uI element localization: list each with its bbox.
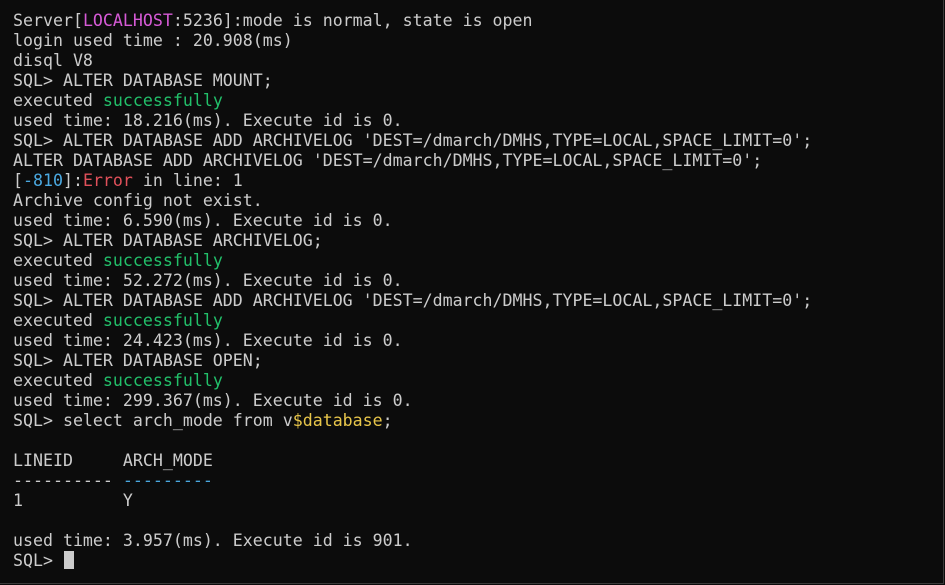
terminal-line: used time: 299.367(ms). Execute id is 0. bbox=[13, 391, 812, 411]
terminal-line: SQL> select arch_mode from v$database; bbox=[13, 411, 812, 431]
terminal-line: used time: 24.423(ms). Execute id is 0. bbox=[13, 331, 812, 351]
terminal-text: ]: bbox=[62, 171, 83, 190]
terminal-text: --------- bbox=[122, 471, 213, 490]
terminal-text: Server[ bbox=[13, 11, 83, 30]
terminal-text: ---------- bbox=[13, 471, 123, 490]
terminal-text: SQL> ALTER DATABASE OPEN; bbox=[13, 351, 263, 370]
terminal-text: executed bbox=[13, 251, 103, 270]
terminal-text: Archive config not exist. bbox=[13, 191, 263, 210]
terminal-text: [ bbox=[13, 171, 23, 190]
terminal-line: executed successfully bbox=[13, 311, 812, 331]
terminal-text: :5236]:mode is normal, state is open bbox=[172, 11, 533, 30]
terminal-text: executed bbox=[13, 371, 103, 390]
terminal-text: Error bbox=[82, 171, 133, 190]
terminal-line: executed successfully bbox=[13, 371, 812, 391]
terminal-text: successfully bbox=[102, 91, 223, 110]
terminal-line: SQL> ALTER DATABASE ADD ARCHIVELOG 'DEST… bbox=[13, 131, 812, 151]
terminal-line: Archive config not exist. bbox=[13, 191, 812, 211]
terminal-text: in line: 1 bbox=[132, 171, 243, 190]
terminal-text: SQL> bbox=[13, 551, 63, 570]
terminal-text: LOCALHOST bbox=[82, 11, 173, 30]
terminal-text: ALTER DATABASE ADD ARCHIVELOG 'DEST=/dma… bbox=[13, 151, 763, 170]
terminal-text: ; bbox=[382, 411, 393, 430]
terminal-text: SQL> ALTER DATABASE ADD ARCHIVELOG 'DEST… bbox=[13, 131, 813, 150]
terminal-line: SQL> ALTER DATABASE MOUNT; bbox=[13, 71, 812, 91]
terminal-line: ---------- --------- bbox=[13, 471, 812, 491]
terminal-text: executed bbox=[13, 91, 103, 110]
terminal-line: used time: 6.590(ms). Execute id is 0. bbox=[13, 211, 812, 231]
terminal-line: SQL> ALTER DATABASE ARCHIVELOG; bbox=[13, 231, 812, 251]
terminal-line: used time: 18.216(ms). Execute id is 0. bbox=[13, 111, 812, 131]
terminal-line: ALTER DATABASE ADD ARCHIVELOG 'DEST=/dma… bbox=[13, 151, 812, 171]
terminal-text: used time: 6.590(ms). Execute id is 0. bbox=[13, 211, 393, 230]
terminal-text: used time: 3.957(ms). Execute id is 901. bbox=[13, 531, 413, 550]
terminal-text: successfully bbox=[102, 371, 223, 390]
terminal-text: $database bbox=[292, 411, 383, 430]
terminal-line: executed successfully bbox=[13, 251, 812, 271]
terminal-text: disql V8 bbox=[13, 51, 93, 70]
terminal-line: disql V8 bbox=[13, 51, 812, 71]
terminal-line: LINEID ARCH_MODE bbox=[13, 451, 812, 471]
terminal-line: 1 Y bbox=[13, 491, 812, 511]
terminal-text: used time: 52.272(ms). Execute id is 0. bbox=[13, 271, 403, 290]
terminal-text: SQL> ALTER DATABASE ADD ARCHIVELOG 'DEST… bbox=[13, 291, 813, 310]
terminal-line: Server[LOCALHOST:5236]:mode is normal, s… bbox=[13, 11, 812, 31]
cursor-icon bbox=[63, 551, 74, 569]
terminal-text: successfully bbox=[102, 251, 223, 270]
terminal-window[interactable]: Server[LOCALHOST:5236]:mode is normal, s… bbox=[0, 0, 944, 584]
terminal-text: used time: 18.216(ms). Execute id is 0. bbox=[13, 111, 403, 130]
terminal-line: SQL> ALTER DATABASE OPEN; bbox=[13, 351, 812, 371]
terminal-line: login used time : 20.908(ms) bbox=[13, 31, 812, 51]
terminal-output: Server[LOCALHOST:5236]:mode is normal, s… bbox=[13, 11, 812, 571]
terminal-text: successfully bbox=[102, 311, 223, 330]
terminal-line: used time: 3.957(ms). Execute id is 901. bbox=[13, 531, 812, 551]
terminal-line: used time: 52.272(ms). Execute id is 0. bbox=[13, 271, 812, 291]
terminal-text: 1 Y bbox=[13, 491, 133, 510]
terminal-text: -810 bbox=[23, 171, 63, 190]
terminal-line: executed successfully bbox=[13, 91, 812, 111]
terminal-line: SQL> ALTER DATABASE ADD ARCHIVELOG 'DEST… bbox=[13, 291, 812, 311]
terminal-text: executed bbox=[13, 311, 103, 330]
terminal-line: [-810]:Error in line: 1 bbox=[13, 171, 812, 191]
terminal-text: SQL> ALTER DATABASE ARCHIVELOG; bbox=[13, 231, 323, 250]
terminal-text: SQL> ALTER DATABASE MOUNT; bbox=[13, 71, 273, 90]
terminal-text: LINEID ARCH_MODE bbox=[13, 451, 213, 470]
terminal-text: SQL> select arch_mode from v bbox=[13, 411, 293, 430]
terminal-text: used time: 24.423(ms). Execute id is 0. bbox=[13, 331, 403, 350]
terminal-line: SQL> bbox=[13, 551, 812, 571]
terminal-text: used time: 299.367(ms). Execute id is 0. bbox=[13, 391, 413, 410]
terminal-text: login used time : 20.908(ms) bbox=[13, 31, 293, 50]
